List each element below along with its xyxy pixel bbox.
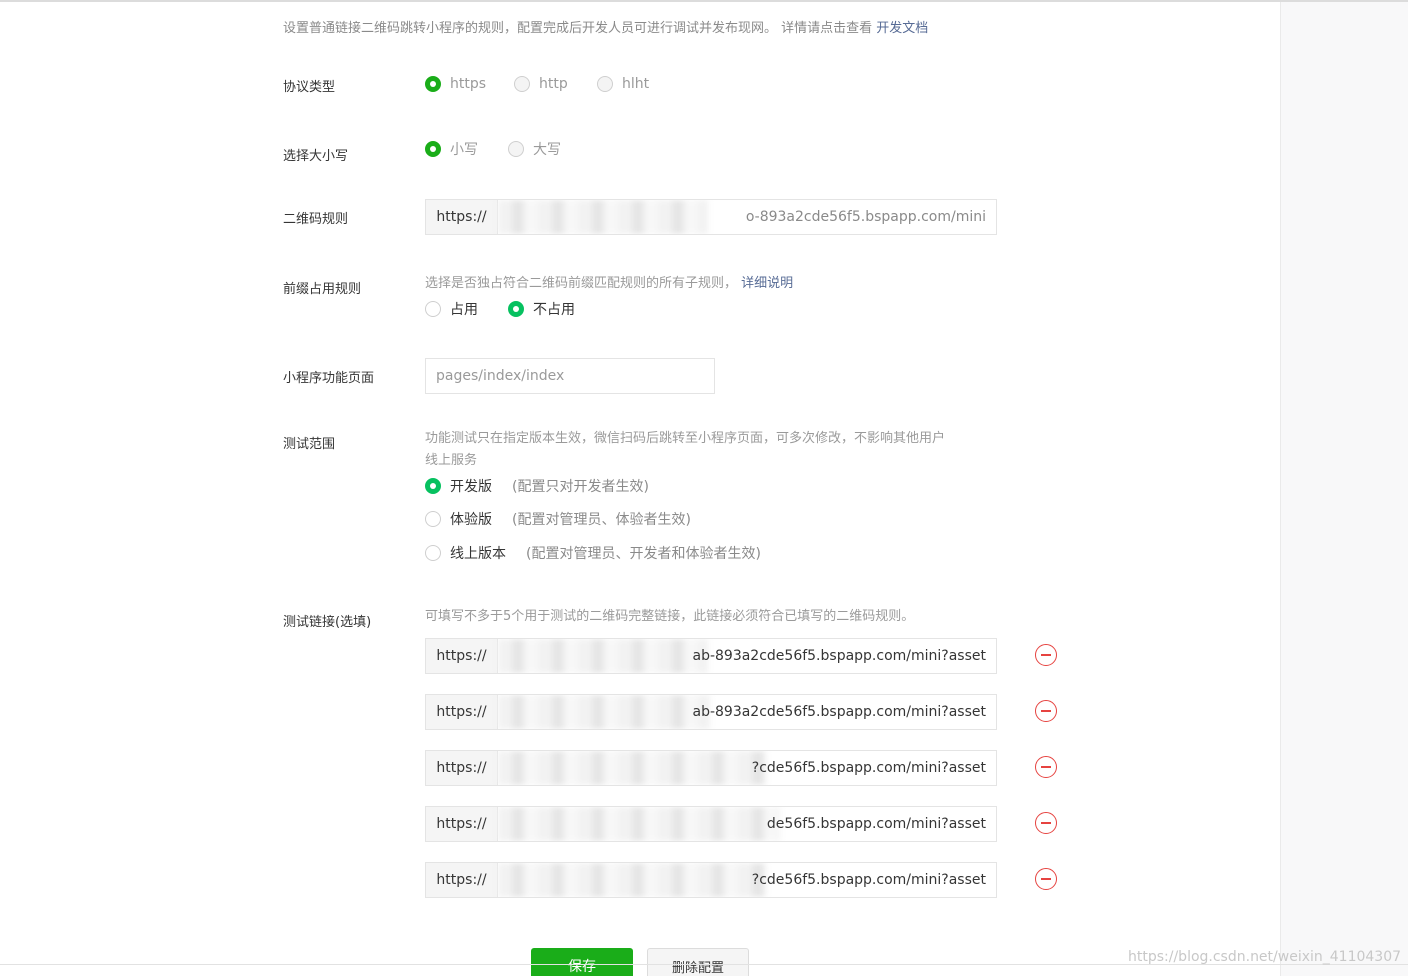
case-label: 选择大小写	[283, 149, 349, 164]
url-field[interactable]: de56f5.bspapp.com/mini?asset	[498, 807, 996, 841]
url-value: ab-893a2cde56f5.bspapp.com/mini?asset	[692, 704, 986, 720]
radio-unchecked-icon	[425, 301, 441, 317]
dev-docs-link[interactable]: 开发文档	[876, 21, 928, 36]
test-link-input[interactable]: https:// ab-893a2cde56f5.bspapp.com/mini…	[425, 638, 997, 674]
radio-unchecked-icon	[425, 511, 441, 527]
remove-link-icon[interactable]	[1035, 700, 1057, 722]
test-link-input[interactable]: https:// ?cde56f5.bspapp.com/mini?asset	[425, 750, 997, 786]
radio-checked-icon	[425, 141, 441, 157]
watermark: https://blog.csdn.net/weixin_41104307	[1128, 949, 1402, 965]
radio-unchecked-icon	[597, 76, 613, 92]
redacted-area	[498, 807, 780, 841]
url-field[interactable]: ?cde56f5.bspapp.com/mini?asset	[498, 751, 996, 785]
delete-config-button[interactable]: 删除配置	[647, 948, 749, 976]
redacted-area	[498, 639, 708, 673]
right-side-panel	[1280, 2, 1408, 976]
test-link-input[interactable]: https:// ab-893a2cde56f5.bspapp.com/mini…	[425, 694, 997, 730]
url-prefix: https://	[426, 695, 498, 729]
radio-unchecked-icon	[514, 76, 530, 92]
test-link-input[interactable]: https:// de56f5.bspapp.com/mini?asset	[425, 806, 997, 842]
url-field[interactable]: ab-893a2cde56f5.bspapp.com/mini?asset	[498, 639, 996, 673]
page-path-input[interactable]: pages/index/index	[425, 358, 715, 394]
radio-label: 线上版本	[450, 546, 506, 562]
url-value: de56f5.bspapp.com/mini?asset	[766, 816, 986, 832]
radio-scope-online[interactable]: 线上版本 (配置对管理员、开发者和体验者生效)	[425, 543, 761, 563]
intro-description: 设置普通链接二维码跳转小程序的规则，配置完成后开发人员可进行调试并发布现网。 详…	[283, 21, 873, 36]
radio-note: (配置对管理员、体验者生效)	[512, 512, 691, 528]
protocol-label: 协议类型	[283, 80, 336, 95]
url-value: o-893a2cde56f5.bspapp.com/mini	[745, 209, 986, 225]
scope-hint-line2: 线上服务	[425, 453, 478, 468]
redacted-area	[498, 863, 766, 897]
redacted-area	[498, 695, 710, 729]
scope-hint-line1: 功能测试只在指定版本生效，微信扫码后跳转至小程序页面，可多次修改，不影响其他用户	[425, 431, 946, 446]
radio-protocol-http[interactable]: http	[514, 76, 568, 92]
radio-label: 不占用	[533, 302, 575, 318]
url-value: ?cde56f5.bspapp.com/mini?asset	[751, 872, 986, 888]
radio-case-upper[interactable]: 大写	[508, 139, 561, 159]
radio-scope-dev[interactable]: 开发版 (配置只对开发者生效)	[425, 476, 649, 496]
top-border	[0, 0, 1408, 2]
page-label: 小程序功能页面	[283, 371, 375, 386]
intro-text: 设置普通链接二维码跳转小程序的规则，配置完成后开发人员可进行调试并发布现网。 详…	[283, 17, 928, 36]
remove-link-icon[interactable]	[1035, 812, 1057, 834]
radio-scope-trial[interactable]: 体验版 (配置对管理员、体验者生效)	[425, 509, 691, 529]
url-field[interactable]: ab-893a2cde56f5.bspapp.com/mini?asset	[498, 695, 996, 729]
radio-note: (配置只对开发者生效)	[512, 479, 649, 495]
radio-note: (配置对管理员、开发者和体验者生效)	[526, 546, 761, 562]
url-field[interactable]: o-893a2cde56f5.bspapp.com/mini	[498, 200, 996, 234]
redacted-area	[498, 200, 708, 234]
prefix-rule-label: 前缀占用规则	[283, 282, 362, 297]
prefix-rule-hint: 选择是否独占符合二维码前缀匹配规则的所有子规则， 详细说明	[425, 273, 793, 295]
radio-label: 占用	[450, 302, 478, 318]
radio-label: 开发版	[450, 479, 492, 495]
remove-link-icon[interactable]	[1035, 868, 1057, 890]
url-value: ab-893a2cde56f5.bspapp.com/mini?asset	[692, 648, 986, 664]
remove-link-icon[interactable]	[1035, 644, 1057, 666]
radio-protocol-hlht[interactable]: hlht	[597, 76, 649, 92]
radio-prefix-not-occupy[interactable]: 不占用	[508, 299, 575, 319]
qr-rule-input[interactable]: https:// o-893a2cde56f5.bspapp.com/mini	[425, 199, 997, 235]
scope-label: 测试范围	[283, 437, 336, 452]
url-prefix: https://	[426, 200, 498, 234]
radio-label: http	[539, 76, 568, 92]
radio-checked-icon	[425, 76, 441, 92]
page-path-placeholder: pages/index/index	[436, 368, 565, 384]
radio-checked-icon	[508, 301, 524, 317]
radio-label: 大写	[533, 142, 561, 158]
radio-protocol-https[interactable]: https	[425, 76, 486, 92]
radio-prefix-occupy[interactable]: 占用	[425, 299, 478, 319]
radio-unchecked-icon	[508, 141, 524, 157]
url-prefix: https://	[426, 639, 498, 673]
qr-rule-label: 二维码规则	[283, 212, 349, 227]
details-link[interactable]: 详细说明	[741, 276, 793, 291]
radio-case-lower[interactable]: 小写	[425, 139, 478, 159]
radio-label: 小写	[450, 142, 478, 158]
radio-label: hlht	[622, 76, 650, 92]
test-links-hint: 可填写不多于5个用于测试的二维码完整链接，此链接必须符合已填写的二维码规则。	[425, 609, 915, 624]
radio-label: 体验版	[450, 512, 492, 528]
url-prefix: https://	[426, 807, 498, 841]
radio-checked-icon	[425, 478, 441, 494]
remove-link-icon[interactable]	[1035, 756, 1057, 778]
test-link-input[interactable]: https:// ?cde56f5.bspapp.com/mini?asset	[425, 862, 997, 898]
redacted-area	[498, 751, 766, 785]
prefix-rule-hint-text: 选择是否独占符合二维码前缀匹配规则的所有子规则，	[425, 276, 738, 291]
url-prefix: https://	[426, 863, 498, 897]
radio-unchecked-icon	[425, 545, 441, 561]
url-prefix: https://	[426, 751, 498, 785]
radio-label: https	[450, 76, 487, 92]
url-value: ?cde56f5.bspapp.com/mini?asset	[751, 760, 986, 776]
test-links-label: 测试链接(选填)	[283, 615, 372, 630]
save-button[interactable]: 保存	[531, 948, 633, 976]
url-field[interactable]: ?cde56f5.bspapp.com/mini?asset	[498, 863, 996, 897]
